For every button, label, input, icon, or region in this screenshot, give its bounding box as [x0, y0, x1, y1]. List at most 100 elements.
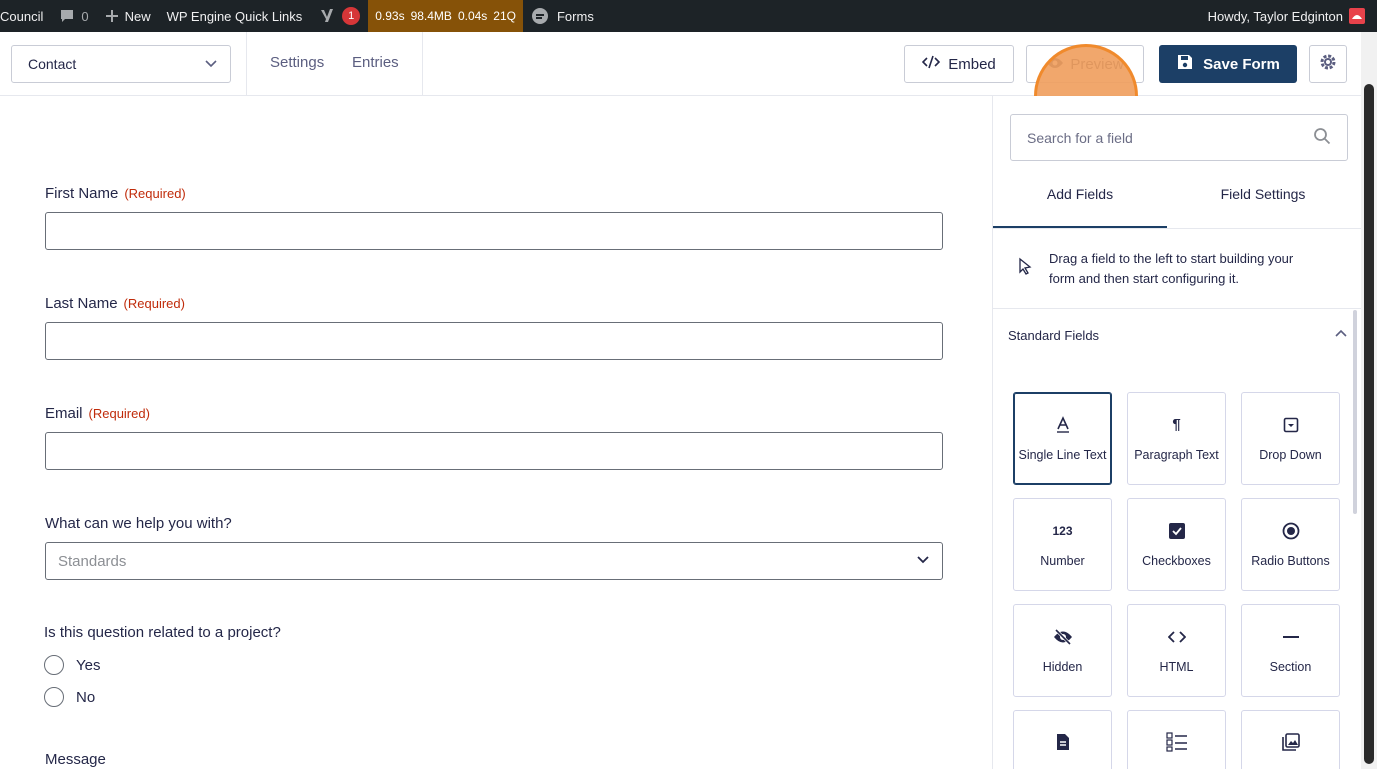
- settings-gear-button[interactable]: [1309, 45, 1347, 83]
- quick-links-label: WP Engine Quick Links: [166, 8, 303, 24]
- tab-add-fields[interactable]: Add Fields: [993, 186, 1167, 229]
- tile-label: Radio Buttons: [1251, 553, 1330, 568]
- sidebar-scrollbar[interactable]: [1353, 310, 1357, 514]
- preview-label: Preview: [1070, 55, 1124, 73]
- embed-button[interactable]: Embed: [904, 45, 1014, 83]
- help-text-line: Drag a field to the left to start buildi…: [1049, 250, 1294, 266]
- radio-circle[interactable]: [44, 655, 64, 675]
- field-tile-single-line-text[interactable]: Single Line Text: [1013, 392, 1112, 485]
- tab-field-settings[interactable]: Field Settings: [1176, 186, 1350, 229]
- field-tile-image[interactable]: [1241, 710, 1340, 769]
- first-name-input[interactable]: [45, 212, 943, 250]
- perf-db-time: 0.04s: [457, 9, 488, 23]
- save-form-button[interactable]: Save Form: [1159, 45, 1297, 83]
- new-content-link[interactable]: New: [97, 0, 159, 32]
- comments-link[interactable]: 0: [51, 0, 96, 32]
- site-name: Council: [0, 8, 44, 24]
- chevron-up-icon: [1334, 327, 1348, 344]
- admin-bar: Council 0 New WP Engine Quick Links 1 0.…: [0, 0, 1377, 32]
- field-tile-radio-buttons[interactable]: Radio Buttons: [1241, 498, 1340, 591]
- comment-icon: [59, 8, 75, 24]
- comments-count: 0: [81, 8, 89, 24]
- help-select-label: What can we help you with?: [45, 515, 232, 532]
- forms-menu[interactable]: Forms: [523, 0, 602, 32]
- standard-fields-header[interactable]: Standard Fields: [1008, 327, 1348, 344]
- perf-memory: 98.4MB: [410, 9, 452, 23]
- document-icon: [1056, 733, 1070, 751]
- help-text: Drag a field to the left to start buildi…: [1049, 249, 1293, 289]
- label-text: Email: [45, 405, 83, 422]
- radio-yes[interactable]: Yes: [44, 655, 100, 675]
- my-account[interactable]: Howdy, Taylor Edginton: [1208, 0, 1377, 32]
- form-switcher[interactable]: Contact: [11, 45, 231, 83]
- tile-label: Drop Down: [1259, 447, 1322, 462]
- form-name: Contact: [28, 56, 77, 72]
- tile-label: Single Line Text: [1018, 447, 1107, 462]
- field-tile-html[interactable]: HTML: [1127, 604, 1226, 697]
- radio-icon: [1282, 522, 1300, 540]
- field-sidebar: Search for a field Add Fields Field Sett…: [992, 96, 1362, 769]
- page-scrollbar-thumb[interactable]: [1364, 84, 1374, 764]
- project-question-label: Is this question related to a project?: [44, 624, 281, 641]
- dash-icon: [1282, 628, 1299, 646]
- first-name-label: First Name (Required): [45, 185, 186, 202]
- search-icon: [1313, 127, 1331, 148]
- perf-queries: 21Q: [493, 9, 516, 23]
- query-monitor[interactable]: 0.93s 98.4MB 0.04s 21Q: [368, 0, 523, 32]
- help-select[interactable]: Standards: [45, 542, 943, 580]
- forms-label: Forms: [556, 8, 594, 24]
- tile-label: Number: [1040, 553, 1085, 568]
- message-label: Message: [45, 751, 106, 768]
- yoast-menu[interactable]: 1: [310, 0, 368, 32]
- field-tile-section[interactable]: Section: [1241, 604, 1340, 697]
- avatar: [1349, 8, 1365, 24]
- required-indicator: (Required): [123, 296, 185, 311]
- field-tile-drop-down[interactable]: Drop Down: [1241, 392, 1340, 485]
- radio-yes-label: Yes: [76, 656, 101, 674]
- field-tile-paragraph-text[interactable]: ¶ Paragraph Text: [1127, 392, 1226, 485]
- radio-no[interactable]: No: [44, 687, 95, 707]
- pilcrow-icon: ¶: [1172, 416, 1181, 433]
- help-selected-value: Standards: [58, 552, 127, 570]
- chevron-down-icon: [916, 552, 930, 570]
- email-input[interactable]: [45, 432, 943, 470]
- tab-label: Add Fields: [1046, 186, 1114, 202]
- field-tile-page[interactable]: [1013, 710, 1112, 769]
- required-indicator: (Required): [124, 186, 186, 201]
- gravity-forms-icon: [531, 7, 549, 25]
- code-icon: [922, 55, 941, 73]
- settings-link[interactable]: Settings: [270, 54, 324, 71]
- last-name-label: Last Name (Required): [45, 295, 185, 312]
- divider: [246, 32, 247, 95]
- eye-icon: [1046, 56, 1064, 73]
- tile-label: Hidden: [1042, 659, 1083, 674]
- radio-circle[interactable]: [44, 687, 64, 707]
- notification-badge: 1: [342, 7, 361, 25]
- email-label: Email (Required): [45, 405, 150, 422]
- plus-icon: [105, 9, 119, 23]
- label-text: First Name: [45, 185, 119, 202]
- field-tile-hidden[interactable]: Hidden: [1013, 604, 1112, 697]
- divider: [422, 32, 423, 95]
- 123-icon: 123: [1052, 523, 1073, 538]
- field-tile-number[interactable]: 123 Number: [1013, 498, 1112, 591]
- tile-label: Paragraph Text: [1134, 447, 1219, 462]
- wp-engine-quick-links[interactable]: WP Engine Quick Links: [159, 0, 311, 32]
- radio-no-label: No: [76, 688, 96, 706]
- entries-link[interactable]: Entries: [352, 54, 399, 71]
- tab-label: Field Settings: [1220, 186, 1306, 202]
- site-name-link[interactable]: Council: [0, 0, 51, 32]
- perf-time: 0.93s: [375, 9, 405, 23]
- chevron-down-icon: [204, 56, 218, 73]
- gear-icon: [1319, 53, 1337, 76]
- field-tile-list[interactable]: [1127, 710, 1226, 769]
- new-label: New: [124, 8, 151, 24]
- preview-button[interactable]: Preview: [1026, 45, 1144, 83]
- dropdown-box-icon: [1283, 416, 1299, 434]
- last-name-input[interactable]: [45, 322, 943, 360]
- field-search-input[interactable]: Search for a field: [1010, 114, 1348, 161]
- checklist-icon: [1165, 732, 1188, 752]
- label-text: Last Name: [45, 295, 118, 312]
- text-a-icon: [1055, 415, 1071, 434]
- field-tile-checkboxes[interactable]: Checkboxes: [1127, 498, 1226, 591]
